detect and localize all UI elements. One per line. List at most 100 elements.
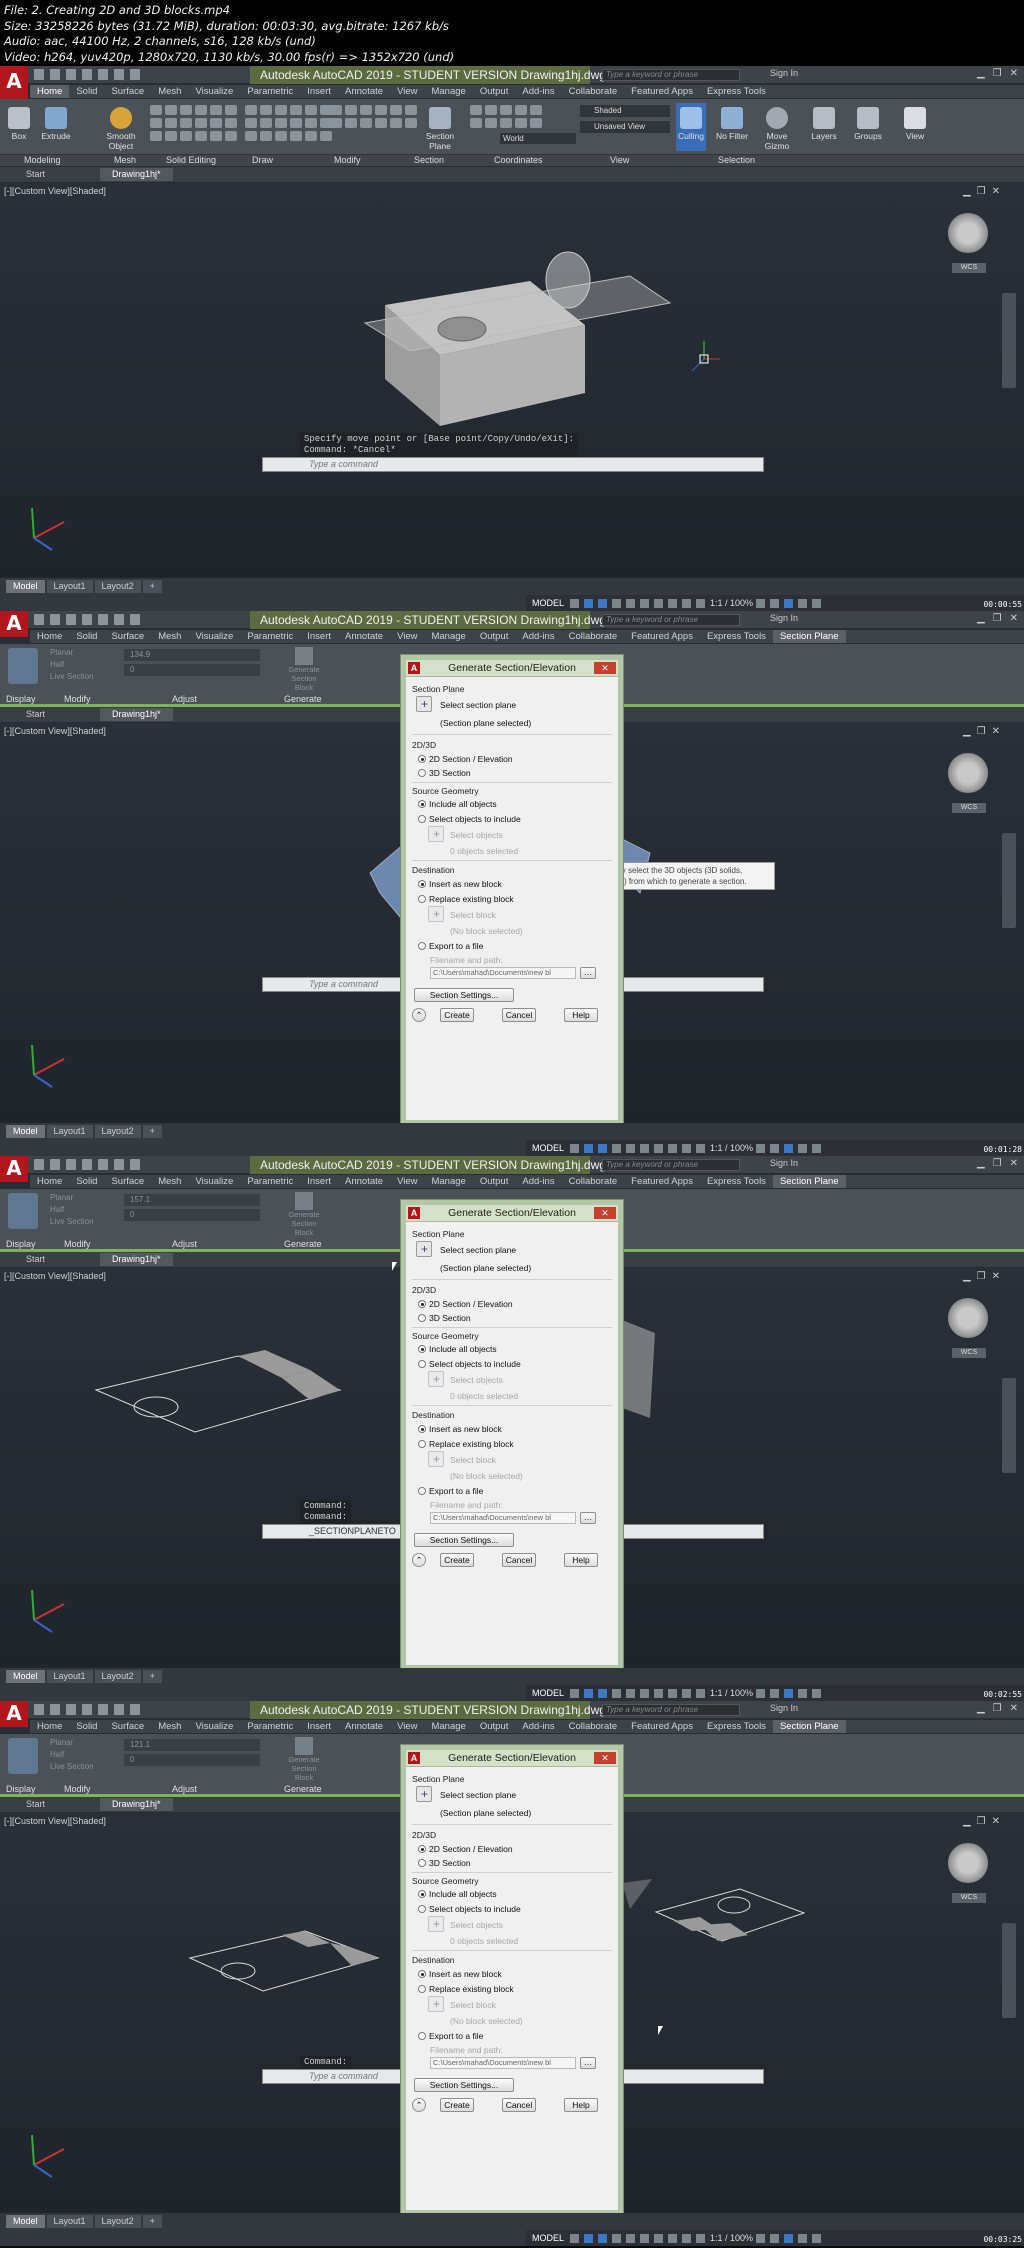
- radio-button[interactable]: [418, 1360, 426, 1368]
- ucs-icon[interactable]: [485, 105, 497, 115]
- tab-parametric[interactable]: Parametric: [240, 1175, 300, 1188]
- create-button[interactable]: Create: [440, 1008, 474, 1022]
- isolate-icon[interactable]: [783, 2234, 793, 2244]
- rect-icon[interactable]: [305, 105, 317, 115]
- tab-view[interactable]: View: [390, 630, 424, 643]
- fillet-icon[interactable]: [405, 105, 417, 115]
- fullscreen-icon[interactable]: [797, 599, 807, 609]
- tab-collaborate[interactable]: Collaborate: [562, 1720, 625, 1733]
- tab-section-plane[interactable]: Section Plane: [772, 1175, 846, 1188]
- tab-featured-apps[interactable]: Featured Apps: [624, 85, 700, 98]
- radio-button[interactable]: [418, 1425, 426, 1433]
- undo-icon[interactable]: [114, 1159, 124, 1170]
- annotation-icon[interactable]: [696, 1689, 706, 1699]
- select-block-button[interactable]: [428, 1996, 444, 2012]
- save-icon[interactable]: [66, 1159, 76, 1170]
- panel-draw[interactable]: Draw: [252, 155, 273, 166]
- radio-new-block[interactable]: Insert as new block: [418, 879, 502, 889]
- open-icon[interactable]: [50, 614, 60, 625]
- gizmo-icon[interactable]: [682, 2234, 692, 2244]
- osnap-icon[interactable]: [626, 1689, 636, 1699]
- radio-button[interactable]: [418, 1300, 426, 1308]
- ucs-icon[interactable]: [470, 118, 482, 128]
- annotation-icon[interactable]: [696, 2234, 706, 2244]
- tab-insert[interactable]: Insert: [300, 630, 338, 643]
- close-icon[interactable]: ✕: [1010, 1158, 1018, 1169]
- radio-export-file[interactable]: Export to a file: [418, 1486, 483, 1496]
- layers-button[interactable]: Layers: [806, 107, 842, 141]
- select-section-plane-button[interactable]: [416, 1241, 432, 1257]
- tab-annotate[interactable]: Annotate: [338, 1175, 390, 1188]
- tool-icon[interactable]: [320, 131, 332, 141]
- lineweight-icon[interactable]: [654, 599, 664, 609]
- select-objects-button[interactable]: [428, 1371, 444, 1387]
- minimize-icon[interactable]: ▁: [977, 1703, 985, 1714]
- scale-icon[interactable]: [345, 118, 357, 128]
- tab-annotate[interactable]: Annotate: [338, 85, 390, 98]
- panel-modeling[interactable]: Modeling: [24, 155, 61, 166]
- radio-select-objects[interactable]: Select objects to include: [418, 1904, 521, 1914]
- tool-icon[interactable]: [305, 131, 317, 141]
- menu-icon[interactable]: [811, 1689, 821, 1699]
- tab-featured-apps[interactable]: Featured Apps: [624, 630, 700, 643]
- layout-tab-1[interactable]: Layout1: [46, 2215, 93, 2228]
- tool-icon[interactable]: [165, 118, 177, 128]
- layout-tab-2[interactable]: Layout2: [94, 580, 141, 593]
- lineweight-icon[interactable]: [654, 1689, 664, 1699]
- maximize-icon[interactable]: ❐: [993, 1703, 1002, 1714]
- snap-icon[interactable]: [584, 1144, 594, 1154]
- panel-adjust[interactable]: Adjust: [172, 1239, 197, 1250]
- tab-visualize[interactable]: Visualize: [188, 630, 240, 643]
- tool-icon[interactable]: [305, 118, 317, 128]
- select-section-plane-button[interactable]: [416, 1786, 432, 1802]
- sign-in-button[interactable]: Sign In: [770, 68, 798, 78]
- panel-view[interactable]: View: [610, 155, 629, 166]
- plus-icon[interactable]: [769, 2234, 779, 2244]
- tool-icon[interactable]: [150, 118, 162, 128]
- panel-adjust[interactable]: Adjust: [172, 1784, 197, 1795]
- tab-express-tools[interactable]: Express Tools: [700, 630, 773, 643]
- tool-icon[interactable]: [195, 118, 207, 128]
- tab-surface[interactable]: Surface: [104, 85, 151, 98]
- radio-button[interactable]: [418, 1985, 426, 1993]
- print-icon[interactable]: [98, 1704, 108, 1715]
- view-button[interactable]: View: [898, 107, 932, 141]
- groups-button[interactable]: Groups: [850, 107, 886, 141]
- move-icon[interactable]: [330, 105, 342, 115]
- close-icon[interactable]: ✕: [1010, 68, 1018, 79]
- tab-output[interactable]: Output: [473, 1720, 516, 1733]
- radio-select-objects[interactable]: Select objects to include: [418, 1359, 521, 1369]
- plus-icon[interactable]: [769, 599, 779, 609]
- add-layout-button[interactable]: +: [142, 2215, 162, 2228]
- snap-icon[interactable]: [584, 1689, 594, 1699]
- panel-modify[interactable]: Modify: [64, 1784, 91, 1795]
- tab-visualize[interactable]: Visualize: [188, 85, 240, 98]
- tab-manage[interactable]: Manage: [424, 85, 472, 98]
- sign-in-button[interactable]: Sign In: [770, 1158, 798, 1168]
- extrude-button[interactable]: Extrude: [38, 107, 74, 141]
- tab-view[interactable]: View: [390, 1175, 424, 1188]
- panel-mesh[interactable]: Mesh: [114, 155, 136, 166]
- redo-icon[interactable]: [130, 1704, 140, 1715]
- tool-icon[interactable]: [180, 105, 192, 115]
- gear-icon[interactable]: [755, 599, 765, 609]
- panel-section[interactable]: Section: [414, 155, 444, 166]
- radio-replace-block[interactable]: Replace existing block: [418, 1984, 514, 1994]
- radio-include-all[interactable]: Include all objects: [418, 1344, 497, 1354]
- tab-insert[interactable]: Insert: [300, 85, 338, 98]
- smooth-object-button[interactable]: Smooth Object: [100, 107, 142, 151]
- open-icon[interactable]: [50, 1159, 60, 1170]
- save-icon[interactable]: [66, 69, 76, 80]
- create-button[interactable]: Create: [440, 2098, 474, 2112]
- tab-mesh[interactable]: Mesh: [151, 1175, 188, 1188]
- gizmo-icon[interactable]: [682, 1144, 692, 1154]
- panel-selection[interactable]: Selection: [718, 155, 755, 166]
- tab-section-plane[interactable]: Section Plane: [772, 1720, 846, 1733]
- open-icon[interactable]: [50, 69, 60, 80]
- start-tab[interactable]: Start: [14, 1253, 57, 1266]
- panel-generate[interactable]: Generate: [284, 1784, 322, 1795]
- section-settings-button[interactable]: Section Settings...: [414, 1533, 514, 1547]
- annotation-scale[interactable]: 1:1 / 100%: [710, 1688, 753, 1698]
- layout-tab-2[interactable]: Layout2: [94, 2215, 141, 2228]
- tool-icon[interactable]: [165, 105, 177, 115]
